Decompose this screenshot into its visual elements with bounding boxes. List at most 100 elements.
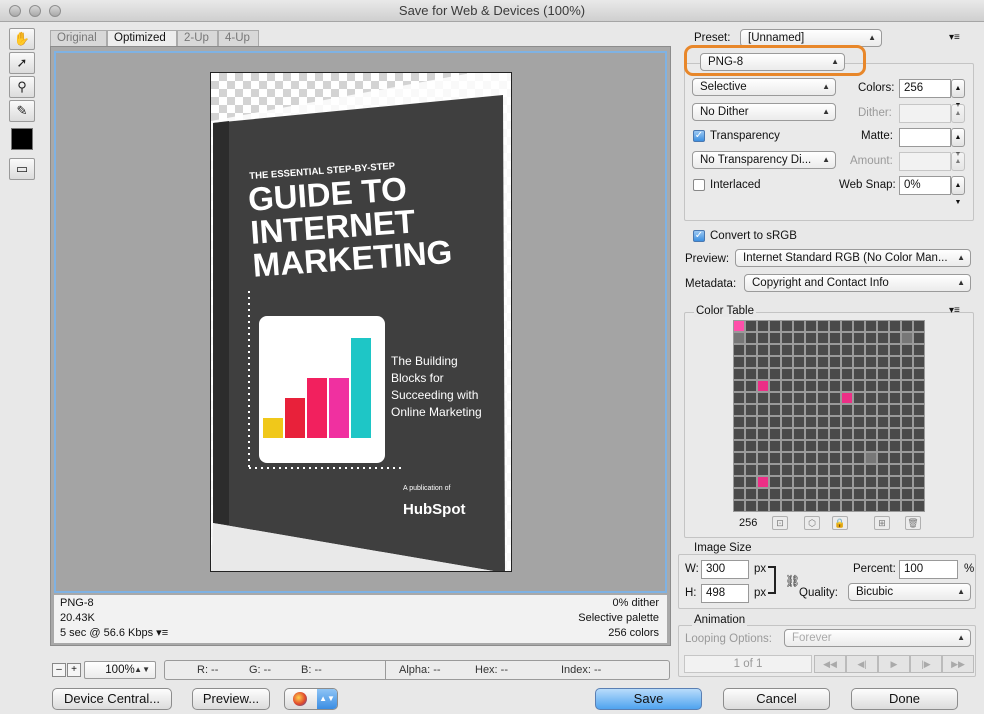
color-swatch[interactable] xyxy=(877,452,889,464)
preview-button[interactable]: Preview... xyxy=(192,688,270,710)
color-swatch[interactable] xyxy=(745,344,757,356)
color-swatch[interactable] xyxy=(757,404,769,416)
color-swatch[interactable] xyxy=(913,380,925,392)
color-swatch[interactable] xyxy=(853,464,865,476)
color-swatch[interactable] xyxy=(853,416,865,428)
color-swatch[interactable] xyxy=(781,392,793,404)
color-swatch[interactable] xyxy=(805,368,817,380)
color-swatch[interactable] xyxy=(913,416,925,428)
dither-stepper[interactable]: ▲▼ xyxy=(951,104,965,134)
color-swatch[interactable] xyxy=(853,404,865,416)
color-swatch[interactable] xyxy=(745,392,757,404)
color-swatch[interactable] xyxy=(901,440,913,452)
color-swatch[interactable] xyxy=(889,344,901,356)
color-swatch[interactable] xyxy=(733,464,745,476)
optimized-preview-pane[interactable]: THE ESSENTIAL STEP-BY-STEP GUIDE TO INTE… xyxy=(54,51,667,593)
color-swatch[interactable] xyxy=(745,332,757,344)
color-swatch[interactable] xyxy=(889,488,901,500)
color-swatch[interactable] xyxy=(877,488,889,500)
color-swatch[interactable] xyxy=(817,404,829,416)
color-swatch[interactable] xyxy=(733,428,745,440)
color-swatch[interactable] xyxy=(829,488,841,500)
color-swatch[interactable] xyxy=(781,344,793,356)
color-swatch[interactable] xyxy=(829,500,841,512)
color-swatch[interactable] xyxy=(889,380,901,392)
first-frame-icon[interactable]: ◀◀ xyxy=(814,655,846,673)
color-swatch[interactable] xyxy=(781,500,793,512)
color-swatch[interactable] xyxy=(829,416,841,428)
color-swatch[interactable] xyxy=(829,404,841,416)
color-swatch[interactable] xyxy=(889,332,901,344)
color-swatch[interactable] xyxy=(841,464,853,476)
amount-field[interactable] xyxy=(899,152,951,171)
color-swatch[interactable] xyxy=(793,500,805,512)
color-swatch[interactable] xyxy=(865,320,877,332)
colors-field[interactable]: 256 xyxy=(899,79,951,98)
color-swatch[interactable] xyxy=(865,344,877,356)
color-swatch[interactable] xyxy=(805,416,817,428)
color-swatch[interactable] xyxy=(757,416,769,428)
color-swatch[interactable] xyxy=(853,428,865,440)
color-swatch[interactable] xyxy=(769,392,781,404)
color-swatch[interactable] xyxy=(745,416,757,428)
color-swatch[interactable] xyxy=(805,392,817,404)
color-swatch[interactable] xyxy=(769,464,781,476)
color-swatch[interactable] xyxy=(829,380,841,392)
color-swatch[interactable] xyxy=(865,476,877,488)
color-swatch[interactable] xyxy=(817,452,829,464)
color-swatch[interactable] xyxy=(829,332,841,344)
color-swatch[interactable] xyxy=(745,476,757,488)
zoom-in-button[interactable]: + xyxy=(67,663,81,677)
cancel-button[interactable]: Cancel xyxy=(723,688,830,710)
color-swatch[interactable] xyxy=(853,500,865,512)
color-swatch[interactable] xyxy=(901,392,913,404)
color-swatch[interactable] xyxy=(853,356,865,368)
color-swatch[interactable] xyxy=(733,368,745,380)
color-swatch[interactable] xyxy=(841,416,853,428)
color-swatch[interactable] xyxy=(745,320,757,332)
color-swatch[interactable] xyxy=(865,440,877,452)
color-swatch[interactable] xyxy=(901,344,913,356)
color-swatch[interactable] xyxy=(901,476,913,488)
color-swatch[interactable] xyxy=(817,500,829,512)
color-swatch[interactable] xyxy=(757,392,769,404)
color-swatch[interactable] xyxy=(841,368,853,380)
color-swatch[interactable] xyxy=(817,476,829,488)
optimize-menu-icon[interactable]: ▾≡ xyxy=(949,32,960,43)
color-swatch[interactable] xyxy=(805,464,817,476)
web-snap-field[interactable]: 0% xyxy=(899,176,951,195)
color-swatch[interactable] xyxy=(865,380,877,392)
color-swatch[interactable] xyxy=(781,452,793,464)
color-swatch[interactable] xyxy=(829,464,841,476)
color-swatch[interactable] xyxy=(865,464,877,476)
previous-frame-icon[interactable]: ◀| xyxy=(846,655,878,673)
color-swatch[interactable] xyxy=(805,320,817,332)
color-swatch[interactable] xyxy=(913,488,925,500)
color-swatch[interactable] xyxy=(793,332,805,344)
minimize-window-button[interactable] xyxy=(29,5,41,17)
color-swatch[interactable] xyxy=(769,416,781,428)
color-swatch[interactable] xyxy=(793,380,805,392)
color-swatch[interactable] xyxy=(817,440,829,452)
color-swatch[interactable] xyxy=(757,332,769,344)
color-swatch[interactable] xyxy=(745,356,757,368)
color-swatch[interactable] xyxy=(853,368,865,380)
lock-color-icon[interactable]: 🔒 xyxy=(832,516,848,530)
color-swatch[interactable] xyxy=(805,404,817,416)
color-swatch[interactable] xyxy=(877,356,889,368)
color-table-grid[interactable] xyxy=(733,320,925,512)
color-swatch[interactable] xyxy=(757,428,769,440)
color-swatch[interactable] xyxy=(769,440,781,452)
color-swatch[interactable] xyxy=(745,488,757,500)
looping-options-select[interactable]: Forever ▲▼ xyxy=(784,629,971,647)
color-swatch[interactable] xyxy=(865,356,877,368)
color-swatch[interactable] xyxy=(769,332,781,344)
color-swatch[interactable] xyxy=(877,404,889,416)
tab-original[interactable]: Original xyxy=(50,30,107,46)
color-swatch[interactable] xyxy=(805,476,817,488)
color-swatch[interactable] xyxy=(877,380,889,392)
color-swatch[interactable] xyxy=(841,440,853,452)
play-icon[interactable]: ▶ xyxy=(878,655,910,673)
color-swatch[interactable] xyxy=(877,464,889,476)
color-swatch[interactable] xyxy=(733,380,745,392)
